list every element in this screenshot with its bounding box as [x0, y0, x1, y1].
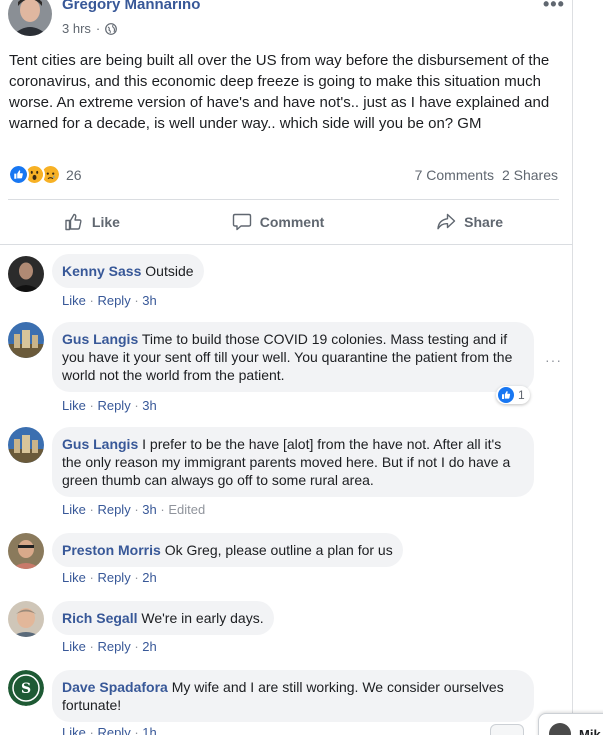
comment-bubble: Gus Langis I prefer to be the have [alot… [52, 427, 534, 497]
comment-time[interactable]: 3h [142, 293, 156, 308]
comment-time[interactable]: 2h [142, 570, 156, 585]
comment-reply-link[interactable]: Reply [97, 639, 130, 654]
commenter-avatar[interactable] [8, 256, 44, 292]
share-label: Share [464, 214, 504, 230]
attach-button[interactable] [490, 724, 524, 735]
comment-reply-link[interactable]: Reply [97, 398, 130, 413]
commenter-avatar[interactable] [8, 427, 44, 463]
comment-reply-link[interactable]: Reply [97, 570, 130, 585]
comment-time[interactable]: 3h [142, 502, 156, 517]
comment-label: Comment [259, 214, 325, 230]
shares-count-link[interactable]: 2 Shares [502, 167, 558, 183]
comment-like-link[interactable]: Like [62, 570, 86, 585]
commenter-name[interactable]: Preston Morris [62, 542, 161, 558]
author-name[interactable]: Gregory Mannarino [62, 0, 200, 13]
post-meta: 3 hrs · [62, 21, 118, 36]
reactions-summary[interactable]: 26 [8, 164, 82, 185]
like-icon [498, 387, 514, 403]
commenter-avatar[interactable] [8, 533, 44, 569]
author-avatar[interactable] [8, 0, 52, 36]
chat-name: Mik [579, 727, 601, 735]
comment-actions: Like · Reply · 2h [62, 639, 157, 654]
commenter-name[interactable]: Gus Langis [62, 436, 138, 452]
comment-actions: Like · Reply · 3h [62, 398, 157, 413]
post-card: Gregory Mannarino 3 hrs · ••• Tent citie… [0, 0, 573, 735]
comment-options-icon[interactable]: ··· [545, 352, 562, 368]
post-text: Tent cities are being built all over the… [9, 52, 550, 132]
comment-reply-link[interactable]: Reply [97, 502, 130, 517]
comment-like-link[interactable]: Like [62, 639, 86, 654]
post-stats: 7 Comments 2 Shares [415, 167, 558, 183]
comment-text: Ok Greg, please outline a plan for us [164, 542, 393, 558]
comment-time[interactable]: 3h [142, 398, 156, 413]
post-options-icon[interactable]: ••• [543, 0, 565, 15]
chat-tab[interactable]: Mik [538, 713, 603, 735]
like-icon [8, 164, 29, 185]
divider [0, 244, 573, 245]
commenter-name[interactable]: Kenny Sass [62, 263, 141, 279]
comment-time[interactable]: 1h [142, 725, 156, 735]
comment-bubble: Dave Spadafora My wife and I are still w… [52, 670, 534, 722]
comment-bubble: Gus Langis Time to build those COVID 19 … [52, 322, 534, 392]
like-button[interactable]: Like [64, 212, 120, 232]
comment-reaction-badge[interactable]: 1 [496, 386, 530, 404]
like-label: Like [91, 214, 120, 230]
globe-icon [105, 22, 118, 35]
comment-reply-link[interactable]: Reply [97, 293, 130, 308]
comment-actions: Like · Reply · 3h [62, 293, 157, 308]
commenter-avatar[interactable]: S [8, 670, 44, 706]
share-button[interactable]: Share [436, 212, 503, 232]
reaction-count: 26 [66, 166, 82, 183]
divider [8, 199, 559, 200]
comment-reply-link[interactable]: Reply [97, 725, 130, 735]
comment-text: We're in early days. [141, 610, 264, 626]
comment-icon [232, 213, 251, 231]
comment-time[interactable]: 2h [142, 639, 156, 654]
dot-separator: · [95, 21, 101, 36]
comment-text: Outside [145, 263, 194, 279]
comment-like-link[interactable]: Like [62, 725, 86, 735]
comment-like-link[interactable]: Like [62, 398, 86, 413]
comment-bubble: Rich Segall We're in early days. [52, 601, 274, 635]
post-action-bar: Like Comment Share [8, 201, 559, 243]
comment-like-link[interactable]: Like [62, 502, 86, 517]
post-time[interactable]: 3 hrs [62, 21, 91, 36]
chat-avatar [549, 723, 571, 735]
comment-actions: Like · Reply · 2h [62, 570, 157, 585]
comment-like-count: 1 [518, 388, 525, 402]
comment-bubble: Kenny Sass Outside [52, 254, 204, 288]
comment-edited-label[interactable]: Edited [168, 502, 205, 517]
comment-actions: Like · Reply · 1h [62, 725, 157, 735]
thumbs-up-icon [65, 213, 82, 231]
svg-text:S: S [21, 681, 31, 697]
commenter-avatar[interactable] [8, 322, 44, 358]
comment-bubble: Preston Morris Ok Greg, please outline a… [52, 533, 403, 567]
comments-count-link[interactable]: 7 Comments [415, 167, 494, 183]
commenter-name[interactable]: Gus Langis [62, 331, 138, 347]
commenter-name[interactable]: Dave Spadafora [62, 679, 168, 695]
commenter-avatar[interactable] [8, 601, 44, 637]
comment-like-link[interactable]: Like [62, 293, 86, 308]
comment-button[interactable]: Comment [232, 212, 325, 232]
share-icon [437, 213, 456, 230]
commenter-name[interactable]: Rich Segall [62, 610, 137, 626]
comment-actions: Like · Reply · 3h · Edited [62, 502, 206, 517]
